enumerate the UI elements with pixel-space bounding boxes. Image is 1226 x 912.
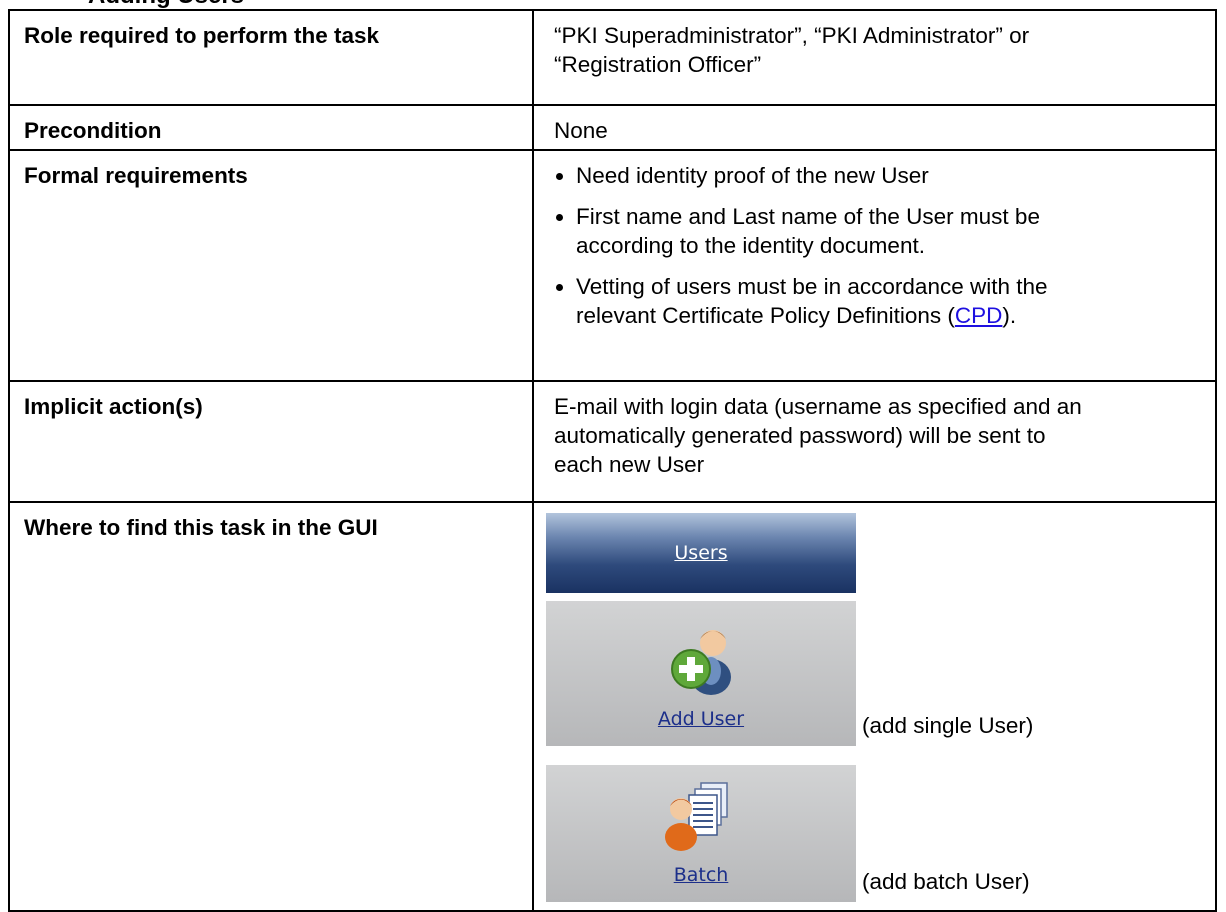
row-value-formal: Need identity proof of the new User Firs…	[532, 149, 1217, 382]
requirement-1: Need identity proof of the new User	[576, 163, 929, 188]
requirement-3-line-2: relevant Certificate Policy Definitions …	[576, 301, 1201, 330]
users-button-label: Users	[674, 541, 728, 564]
requirement-2-line-1: First name and Last name of the User mus…	[576, 204, 1040, 229]
role-line-1: “PKI Superadministrator”, “PKI Administr…	[554, 23, 1030, 48]
table-row: Implicit action(s) E-mail with login dat…	[8, 380, 1217, 503]
add-user-icon	[671, 630, 731, 695]
row-value-precondition: None	[532, 104, 1217, 151]
cpd-link[interactable]: CPD	[955, 303, 1003, 328]
add-user-note: (add single User)	[862, 713, 1034, 738]
row-label-implicit: Implicit action(s)	[8, 380, 534, 503]
requirement-2-line-2: according to the identity document.	[576, 233, 925, 258]
row-label-precondition: Precondition	[8, 104, 534, 151]
add-user-button[interactable]: Add User	[546, 601, 856, 746]
requirement-3-text: relevant Certificate Policy Definitions …	[576, 303, 955, 328]
implicit-line-1: E-mail with login data (username as spec…	[554, 394, 1082, 419]
implicit-line-3: each new User	[554, 452, 705, 477]
row-label-gui: Where to find this task in the GUI	[8, 501, 534, 912]
table-row: Precondition None	[8, 104, 1217, 151]
table-row: Role required to perform the task “PKI S…	[8, 9, 1217, 106]
requirements-list: Need identity proof of the new User Firs…	[554, 161, 1201, 330]
gui-screenshots: Users Add User (add single User) Batch (…	[546, 509, 1201, 909]
task-table: Role required to perform the task “PKI S…	[8, 9, 1217, 912]
row-label-role: Role required to perform the task	[8, 9, 534, 106]
batch-button[interactable]: Batch	[546, 765, 856, 902]
requirement-3-tail: ).	[1002, 303, 1017, 328]
list-item: Vetting of users must be in accordance w…	[554, 272, 1201, 330]
batch-note: (add batch User)	[862, 869, 1030, 894]
requirement-3-line-1: Vetting of users must be in accordance w…	[576, 274, 1048, 299]
row-value-role: “PKI Superadministrator”, “PKI Administr…	[532, 9, 1217, 106]
role-line-2: “Registration Officer”	[554, 52, 762, 77]
add-user-caption: Add User	[657, 708, 745, 730]
table-row: Formal requirements Need identity proof …	[8, 149, 1217, 382]
implicit-line-2: automatically generated password) will b…	[554, 423, 1046, 448]
batch-caption: Batch	[673, 864, 729, 886]
list-item: Need identity proof of the new User	[554, 161, 1201, 190]
table-row: Where to find this task in the GUI Users	[8, 501, 1217, 912]
row-value-gui: Users Add User (add single User) Batch (…	[532, 501, 1217, 912]
users-menu-button[interactable]: Users	[546, 513, 856, 593]
batch-icon	[665, 782, 728, 851]
list-item: First name and Last name of the User mus…	[554, 202, 1201, 260]
row-value-implicit: E-mail with login data (username as spec…	[532, 380, 1217, 503]
row-label-formal: Formal requirements	[8, 149, 534, 382]
